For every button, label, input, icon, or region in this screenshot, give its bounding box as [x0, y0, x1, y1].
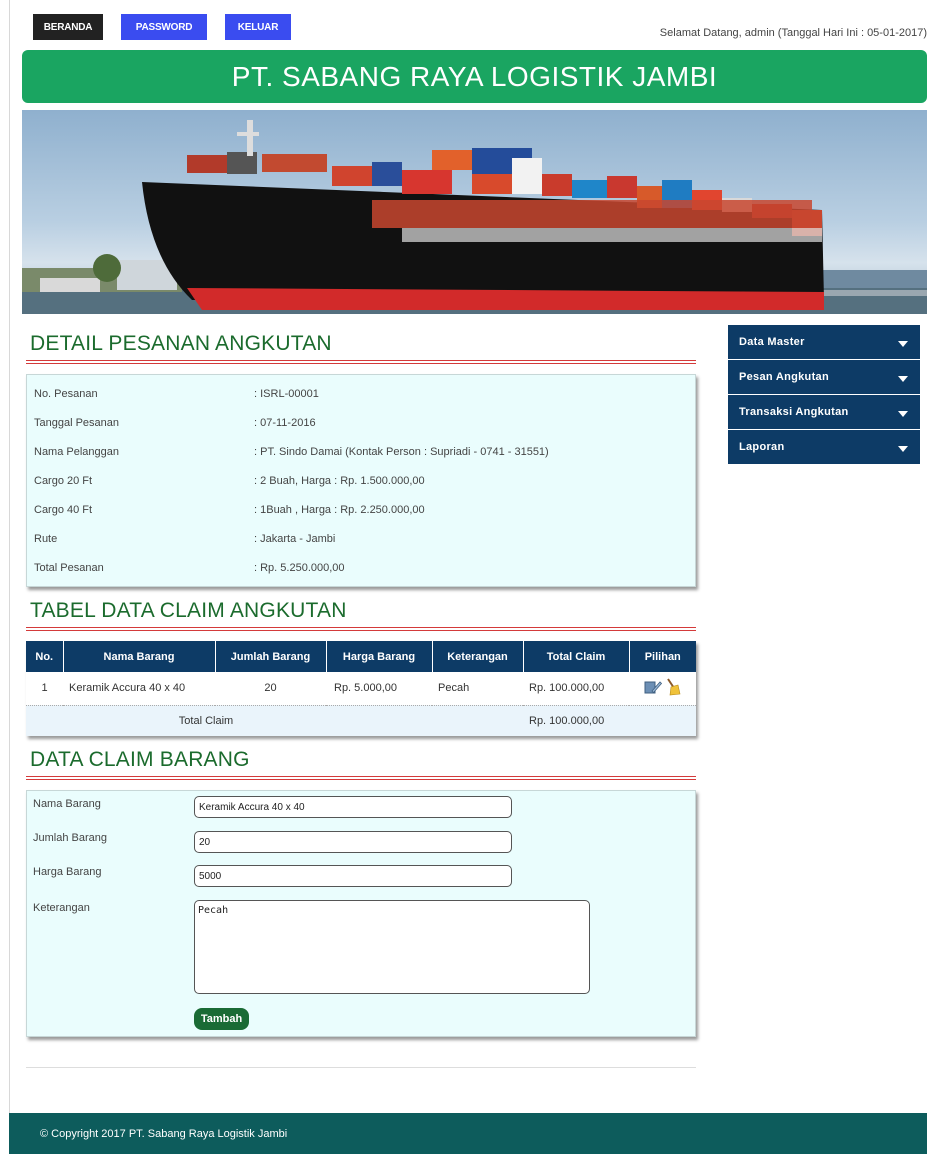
detail-value: : Jakarta - Jambi [254, 532, 336, 545]
harga-barang-input[interactable] [194, 865, 512, 887]
detail-value: : PT. Sindo Damai (Kontak Person : Supri… [254, 445, 549, 458]
claim-table-section-title: TABEL DATA CLAIM ANGKUTAN [30, 599, 347, 622]
cell-total: Rp. 100.000,00 [529, 682, 605, 695]
sidebar-menu: Data Master Pesan Angkutan Transaksi Ang… [728, 325, 920, 465]
sidebar-item-label: Data Master [739, 336, 805, 348]
detail-row-customer: Nama Pelanggan : PT. Sindo Damai (Kontak… [27, 437, 695, 466]
page-footer: © Copyright 2017 PT. Sabang Raya Logisti… [9, 1113, 927, 1154]
password-button[interactable]: PASSWORD [121, 14, 207, 40]
tambah-button[interactable]: Tambah [194, 1008, 249, 1030]
cell-actions [629, 672, 696, 705]
main-content: DETAIL PESANAN ANGKUTAN No. Pesanan : IS… [26, 330, 696, 1037]
detail-row-total: Total Pesanan : Rp. 5.250.000,00 [27, 553, 695, 582]
cell-harga: Rp. 5.000,00 [334, 682, 397, 695]
chevron-down-icon [898, 411, 908, 417]
detail-label: Rute [34, 532, 58, 545]
detail-row-route: Rute : Jakarta - Jambi [27, 524, 695, 553]
keterangan-label: Keterangan [33, 902, 90, 914]
sidebar-item-pesan-angkutan[interactable]: Pesan Angkutan [728, 360, 920, 394]
nama-barang-input[interactable] [194, 796, 512, 818]
order-detail-panel: No. Pesanan : ISRL-00001 Tanggal Pesanan… [26, 374, 696, 587]
section-divider [26, 360, 696, 364]
total-claim-value: Rp. 100.000,00 [523, 704, 629, 736]
jumlah-barang-input[interactable] [194, 831, 512, 853]
detail-row-cargo-40: Cargo 40 Ft : 1Buah , Harga : Rp. 2.250.… [27, 495, 695, 524]
chevron-down-icon [898, 341, 908, 347]
detail-row-order-date: Tanggal Pesanan : 07-11-2016 [27, 408, 695, 437]
detail-value: : 1Buah , Harga : Rp. 2.250.000,00 [254, 503, 425, 516]
cell-nama: Keramik Accura 40 x 40 [69, 682, 186, 695]
claim-form-section-title: DATA CLAIM BARANG [30, 748, 250, 771]
welcome-text: Selamat Datang, admin (Tanggal Hari Ini … [659, 27, 927, 39]
detail-section-title: DETAIL PESANAN ANGKUTAN [30, 332, 332, 355]
claim-form-panel: Nama Barang Jumlah Barang Harga Barang K… [26, 790, 696, 1037]
keterangan-textarea[interactable]: Pecah [194, 900, 590, 994]
col-header-no: No. [26, 641, 64, 672]
site-title-banner: PT. SABANG RAYA LOGISTIK JAMBI [22, 50, 927, 103]
detail-value: : ISRL-00001 [254, 387, 319, 400]
footer-spacer [432, 704, 523, 736]
detail-row-order-number: No. Pesanan : ISRL-00001 [27, 379, 695, 408]
chevron-down-icon [898, 446, 908, 452]
col-header-harga: Harga Barang [326, 641, 433, 672]
sidebar-item-transaksi-angkutan[interactable]: Transaksi Angkutan [728, 395, 920, 429]
total-claim-label: Total Claim [26, 704, 326, 736]
harga-barang-label: Harga Barang [33, 866, 102, 878]
section-divider [26, 627, 696, 631]
cell-jumlah: 20 [264, 682, 277, 695]
detail-row-cargo-20: Cargo 20 Ft : 2 Buah, Harga : Rp. 1.500.… [27, 466, 695, 495]
cell-no: 1 [41, 682, 48, 695]
detail-label: Nama Pelanggan [34, 445, 120, 458]
col-header-pilihan: Pilihan [629, 641, 696, 672]
edit-icon[interactable] [644, 679, 663, 698]
logout-button[interactable]: KELUAR [225, 14, 291, 40]
cell-keterangan: Pecah [438, 682, 470, 695]
detail-value: : Rp. 5.250.000,00 [254, 561, 345, 574]
detail-label: No. Pesanan [34, 387, 98, 400]
footer-spacer [629, 704, 696, 736]
cargo-ship-illustration [22, 120, 927, 314]
table-row: 1 Keramik Accura 40 x 40 20 Rp. 5.000,00… [26, 672, 696, 705]
jumlah-barang-label: Jumlah Barang [33, 832, 107, 844]
claim-table: No. Nama Barang Jumlah Barang Harga Bara… [26, 641, 696, 736]
nama-barang-label: Nama Barang [33, 798, 101, 810]
detail-label: Cargo 40 Ft [34, 503, 93, 516]
content-bottom-divider [26, 1067, 696, 1068]
detail-label: Total Pesanan [34, 561, 104, 574]
detail-label: Cargo 20 Ft [34, 474, 93, 487]
sidebar-item-label: Laporan [739, 441, 785, 453]
col-header-total: Total Claim [523, 641, 630, 672]
broom-icon[interactable] [665, 678, 681, 699]
sidebar-item-data-master[interactable]: Data Master [728, 325, 920, 359]
col-header-jumlah: Jumlah Barang [215, 641, 327, 672]
table-header-row: No. Nama Barang Jumlah Barang Harga Bara… [26, 641, 696, 672]
hero-ship-image [22, 110, 927, 314]
top-nav: BERANDA PASSWORD KELUAR [33, 14, 291, 40]
site-title: PT. SABANG RAYA LOGISTIK JAMBI [231, 60, 718, 92]
chevron-down-icon [898, 376, 908, 382]
col-header-keterangan: Keterangan [432, 641, 524, 672]
detail-label: Tanggal Pesanan [34, 416, 120, 429]
sidebar-item-laporan[interactable]: Laporan [728, 430, 920, 464]
col-header-nama: Nama Barang [63, 641, 216, 672]
table-footer-row: Total Claim Rp. 100.000,00 [26, 704, 696, 736]
footer-spacer [326, 704, 432, 736]
detail-value: : 07-11-2016 [254, 416, 316, 429]
detail-value: : 2 Buah, Harga : Rp. 1.500.000,00 [254, 474, 425, 487]
sidebar-item-label: Pesan Angkutan [739, 371, 829, 383]
section-divider [26, 776, 696, 780]
copyright-text: © Copyright 2017 PT. Sabang Raya Logisti… [40, 1127, 288, 1140]
sidebar-item-label: Transaksi Angkutan [739, 406, 849, 418]
home-button[interactable]: BERANDA [33, 14, 103, 40]
